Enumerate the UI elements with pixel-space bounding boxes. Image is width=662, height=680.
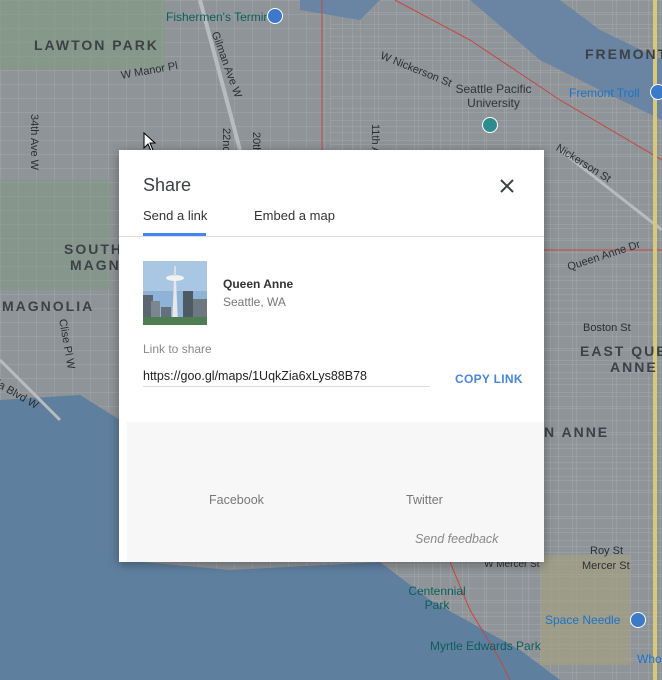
share-dialog: Share Send a link Embed a map Queen Anne… xyxy=(119,150,544,562)
map-label-fremont: FREMONT xyxy=(585,46,662,62)
copy-link-button[interactable]: COPY LINK xyxy=(455,372,523,386)
tab-send-a-link[interactable]: Send a link xyxy=(143,208,207,232)
map-label-boston-st: Boston St xyxy=(583,322,631,334)
map-label-magnolia: MAGNOLIA xyxy=(2,298,95,314)
link-to-share-label: Link to share xyxy=(143,342,212,356)
map-label-south-magnolia-1: SOUTH xyxy=(64,241,123,257)
map-label-space-needle[interactable]: Space Needle xyxy=(545,613,620,627)
map-label-east-queen-anne-1: EAST QUE xyxy=(580,343,662,359)
space-needle-pin-icon[interactable] xyxy=(630,612,646,628)
map-label-myrtle-edwards-park[interactable]: Myrtle Edwards Park xyxy=(430,639,541,653)
map-label-34th-ave-w: 34th Ave W xyxy=(28,114,40,171)
map-label-fremont-troll[interactable]: Fremont Troll xyxy=(569,86,640,100)
map-label-roy-st: Roy St xyxy=(590,545,624,557)
university-pin-icon[interactable] xyxy=(482,117,498,133)
space-needle-photo xyxy=(143,261,207,325)
map-label-centennial-park[interactable]: Centennial Park xyxy=(402,584,472,612)
close-icon[interactable] xyxy=(495,174,519,198)
facebook-share-button[interactable]: Facebook xyxy=(209,493,264,507)
map-label-mercer-st: Mercer St xyxy=(582,560,630,572)
map-label-queen-anne-fragment: N ANNE xyxy=(544,424,610,440)
map-label-fishermens-terminal[interactable]: Fishermen's Terminal xyxy=(166,10,279,24)
map-label-east-queen-anne-2: ANNE xyxy=(610,359,658,375)
send-feedback-link[interactable]: Send feedback xyxy=(415,532,498,546)
map-label-south-magnolia-2: MAGN xyxy=(70,257,121,273)
dialog-title: Share xyxy=(143,175,192,195)
tabs-divider xyxy=(119,236,544,237)
map-label-who[interactable]: Who xyxy=(637,652,662,666)
mouse-pointer-icon xyxy=(143,132,157,152)
place-name: Queen Anne xyxy=(223,277,294,291)
tab-embed-a-map[interactable]: Embed a map xyxy=(254,208,335,232)
map-label-seattle-pacific-university[interactable]: Seattle Pacific University xyxy=(446,82,541,110)
map-label-lawton-park: LAWTON PARK xyxy=(34,37,159,53)
fremont-troll-pin-icon[interactable] xyxy=(650,84,662,100)
twitter-share-button[interactable]: Twitter xyxy=(406,493,443,507)
place-address: Seattle, WA xyxy=(223,295,286,309)
share-link-field[interactable] xyxy=(143,366,430,387)
map-label-22nd: 22nd xyxy=(220,128,232,153)
place-thumbnail xyxy=(143,261,207,325)
close-button[interactable] xyxy=(495,174,519,198)
fishermens-terminal-pin-icon[interactable] xyxy=(267,8,283,24)
